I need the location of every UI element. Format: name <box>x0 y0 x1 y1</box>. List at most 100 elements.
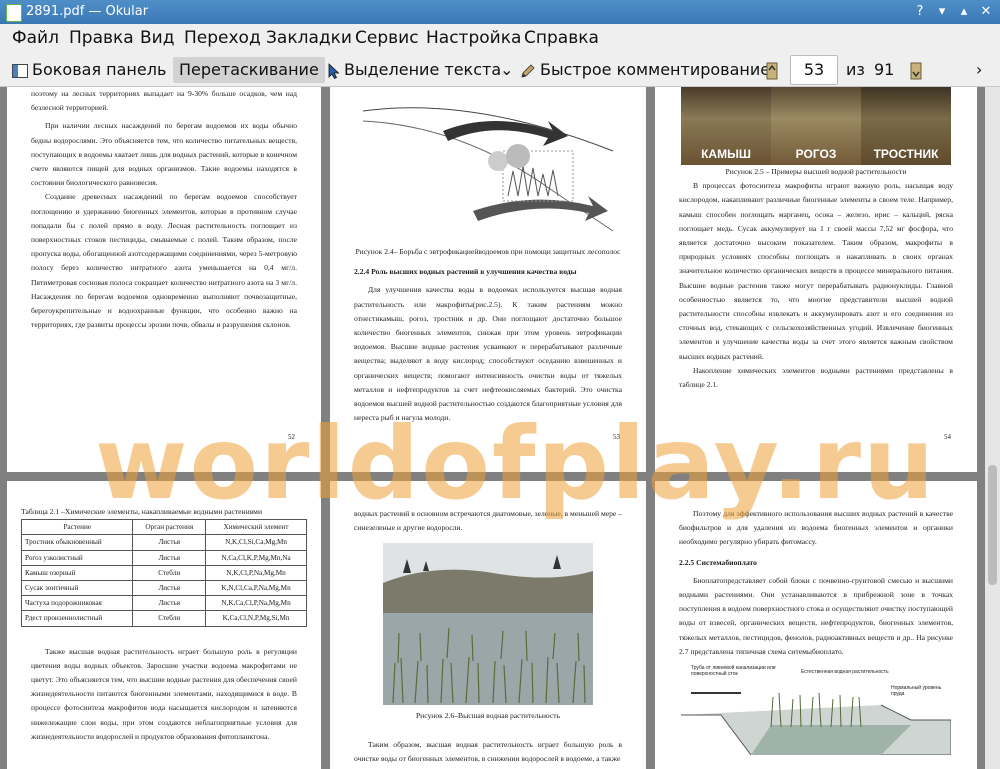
page-54-para-2: Накопление химических элементов водными … <box>679 365 953 390</box>
page-52-para-2: При наличии лесных насаждений по берегам… <box>31 121 297 188</box>
quick-annotate-button[interactable]: Быстрое комментирование <box>514 57 776 83</box>
table-cell: N,K,Cl,Si,Ca,Mg,Mn <box>205 534 307 551</box>
page-55-para-1: Также высшая водная растительность играе… <box>31 646 297 741</box>
table-header-row: Растение Орган растения Химический элеме… <box>20 519 307 536</box>
close-icon[interactable]: ✕ <box>976 2 996 22</box>
page-55: Таблица 2.1 –Химические элементы, накапл… <box>7 481 321 769</box>
bioplato-label-water-level: Нормальный уровень пруда <box>891 685 942 698</box>
eutrophication-diagram <box>362 107 614 232</box>
page-54: КАМЫШ РОГОЗ ТРОСТНИК Рисунок 2.5 – Приме… <box>655 87 977 472</box>
bioplato-label-pipe: Труба от ливневой канализации или поверх… <box>691 665 776 678</box>
page-57-para-top: Поэтому для эффективного использования в… <box>679 509 953 547</box>
section-2-2-5-heading: 2.2.5 Системабиоплато <box>679 557 757 567</box>
main-toolbar: Боковая панель Перетаскивание Выделение … <box>0 54 1000 87</box>
table-row: Сусак зонтичный Листья K,N,Cl,Ca,P,Na,Mg,M… <box>20 580 307 597</box>
bioplato-diagram-graphic <box>681 692 951 756</box>
page-52: поэтому на лесных территориях выпадает н… <box>7 87 321 472</box>
table-cell: Камыш озерный <box>20 564 134 582</box>
reed-examples-photo: КАМЫШ РОГОЗ ТРОСТНИК <box>681 87 951 165</box>
aquatic-vegetation-photo <box>383 543 593 706</box>
maximize-icon[interactable]: ▴ <box>954 2 974 22</box>
table-cell: Листья <box>132 534 207 551</box>
table-row: Рдест пронзеннолистный Стебли K,Ca,Cl,N,P,… <box>20 610 307 627</box>
page-54-number: 54 <box>944 432 951 441</box>
table-cell: K,Ca,Cl,N,P,Mg,Si,Mn <box>205 610 307 627</box>
toolbar-overflow-chevron[interactable]: › <box>970 57 988 83</box>
table-row: Частуха подорожниковая Листья N,K,Ca,Cl,P,… <box>20 595 307 612</box>
previous-page-button[interactable] <box>760 57 788 83</box>
minimize-icon[interactable]: ▾ <box>932 2 952 22</box>
reed-label-rogoz: РОГОЗ <box>795 146 837 161</box>
bioplato-diagram: Труба от ливневой канализации или поверх… <box>681 665 951 756</box>
menu-help[interactable]: Справка <box>524 28 599 48</box>
table-cell: Стебли <box>132 564 207 582</box>
figure-2-6-caption: Рисунок 2.6–Высшая водная растительность <box>415 711 561 721</box>
table-row: Тростник обыкновенный Листья N,K,Cl,Si,Ca,… <box>20 534 307 551</box>
menu-go[interactable]: Переход <box>184 28 261 48</box>
table-cell: N,K,Cl,P,Na,Mg,Mn <box>205 564 307 582</box>
figure-2-5-caption: Рисунок 2.5 – Примеры высшей водной раст… <box>725 167 907 176</box>
chemical-elements-table: Растение Орган растения Химический элеме… <box>20 519 307 627</box>
page-down-icon <box>910 62 922 79</box>
page-52-para-1: поэтому на лесных территориях выпадает н… <box>31 89 297 113</box>
browse-tool-button[interactable]: Перетаскивание <box>173 57 325 83</box>
scrollbar-thumb[interactable] <box>988 465 997 585</box>
reed-label-kamysh: КАМЫШ <box>701 146 751 161</box>
page-52-number: 52 <box>288 432 295 441</box>
table-cell: Листья <box>132 580 207 597</box>
figure-2-4-caption: Рисунок 2.4– Борьба с эвтрофикациейводое… <box>355 247 621 256</box>
table-row: Рогоз узколистный Листья N,Ca,Cl,K,P,Mg,Mn… <box>20 549 307 566</box>
page-up-icon <box>766 62 778 79</box>
table-cell: Частуха подорожниковая <box>20 595 134 612</box>
page-57: Поэтому для эффективного использования в… <box>655 481 977 769</box>
document-viewport[interactable]: поэтому на лесных территориях выпадает н… <box>0 87 985 769</box>
menu-view[interactable]: Вид <box>140 28 174 48</box>
menu-bar: Файл Правка Вид Переход Закладки Сервис … <box>0 24 1000 54</box>
table-cell: Тростник обыкновенный <box>20 534 134 551</box>
reed-photo-trostnik: ТРОСТНИК <box>861 87 951 165</box>
next-page-button[interactable] <box>904 57 932 83</box>
menu-file[interactable]: Файл <box>12 28 59 48</box>
menu-edit[interactable]: Правка <box>69 28 134 48</box>
vertical-scrollbar[interactable] <box>985 87 1000 769</box>
chevron-down-icon: ⌄ <box>500 60 514 79</box>
table-cell: N,Ca,Cl,K,P,Mg,Mn,Na <box>205 549 307 566</box>
page-54-para-1: В процессах фотосинтеза макрофиты играют… <box>679 181 953 361</box>
text-select-tool-button[interactable]: Выделение текста <box>322 57 507 83</box>
page-53: Рисунок 2.4– Борьба с эвтрофикациейводое… <box>330 87 646 472</box>
table-cell: Рогоз узколистный <box>20 549 134 566</box>
sidebar-toggle-button[interactable]: Боковая панель <box>6 57 172 83</box>
cursor-arrow-icon <box>328 62 340 79</box>
page-number-input[interactable]: 53 <box>790 55 838 85</box>
table-cell: Рдест пронзеннолистный <box>20 610 134 627</box>
page-56: водных растений в основном встречаются д… <box>330 481 646 769</box>
table-cell: K,N,Cl,Ca,P,Na,Mg,Mn <box>205 580 307 597</box>
sidebar-toggle-label: Боковая панель <box>32 60 167 79</box>
quick-annotate-label: Быстрое комментирование <box>540 60 771 79</box>
page-56-para-top: водных растений в основном встречаются д… <box>354 509 622 533</box>
pen-icon <box>521 63 535 78</box>
reed-photo-kamysh: КАМЫШ <box>681 87 771 165</box>
page-53-para-1: Для улучшения качества воды в водоемах и… <box>354 285 622 423</box>
page-52-para-3: Создание древесных насаждений по берегам… <box>31 192 297 330</box>
table-2-1-title: Таблица 2.1 –Химические элементы, накапл… <box>21 507 263 516</box>
menu-bookmarks[interactable]: Закладки <box>266 28 352 48</box>
table-cell: Стебли <box>132 610 207 627</box>
text-select-tool-label: Выделение текста <box>344 60 502 79</box>
table-cell: Сусак зонтичный <box>20 580 134 597</box>
section-2-2-4-heading: 2.2.4 Роль высших водных растений в улуч… <box>354 267 577 277</box>
help-icon[interactable]: ? <box>910 2 930 22</box>
title-bar: 2891.pdf — Okular ? ▾ ▴ ✕ <box>0 0 1000 24</box>
menu-tools[interactable]: Сервис <box>355 28 419 48</box>
table-header-cell: Орган растения <box>132 519 207 536</box>
chevron-right-icon: › <box>976 60 983 79</box>
reed-photo-rogoz: РОГОЗ <box>771 87 861 165</box>
menu-settings[interactable]: Настройка <box>426 28 521 48</box>
window-title: 2891.pdf — Okular <box>26 4 149 19</box>
okular-app-icon <box>6 4 22 22</box>
table-cell: Листья <box>132 595 207 612</box>
table-header-cell: Химический элемент <box>205 519 307 536</box>
table-row: Камыш озерный Стебли N,K,Cl,P,Na,Mg,Mn <box>20 564 307 582</box>
page-53-number: 53 <box>613 432 620 441</box>
table-header-cell: Растение <box>20 519 134 536</box>
